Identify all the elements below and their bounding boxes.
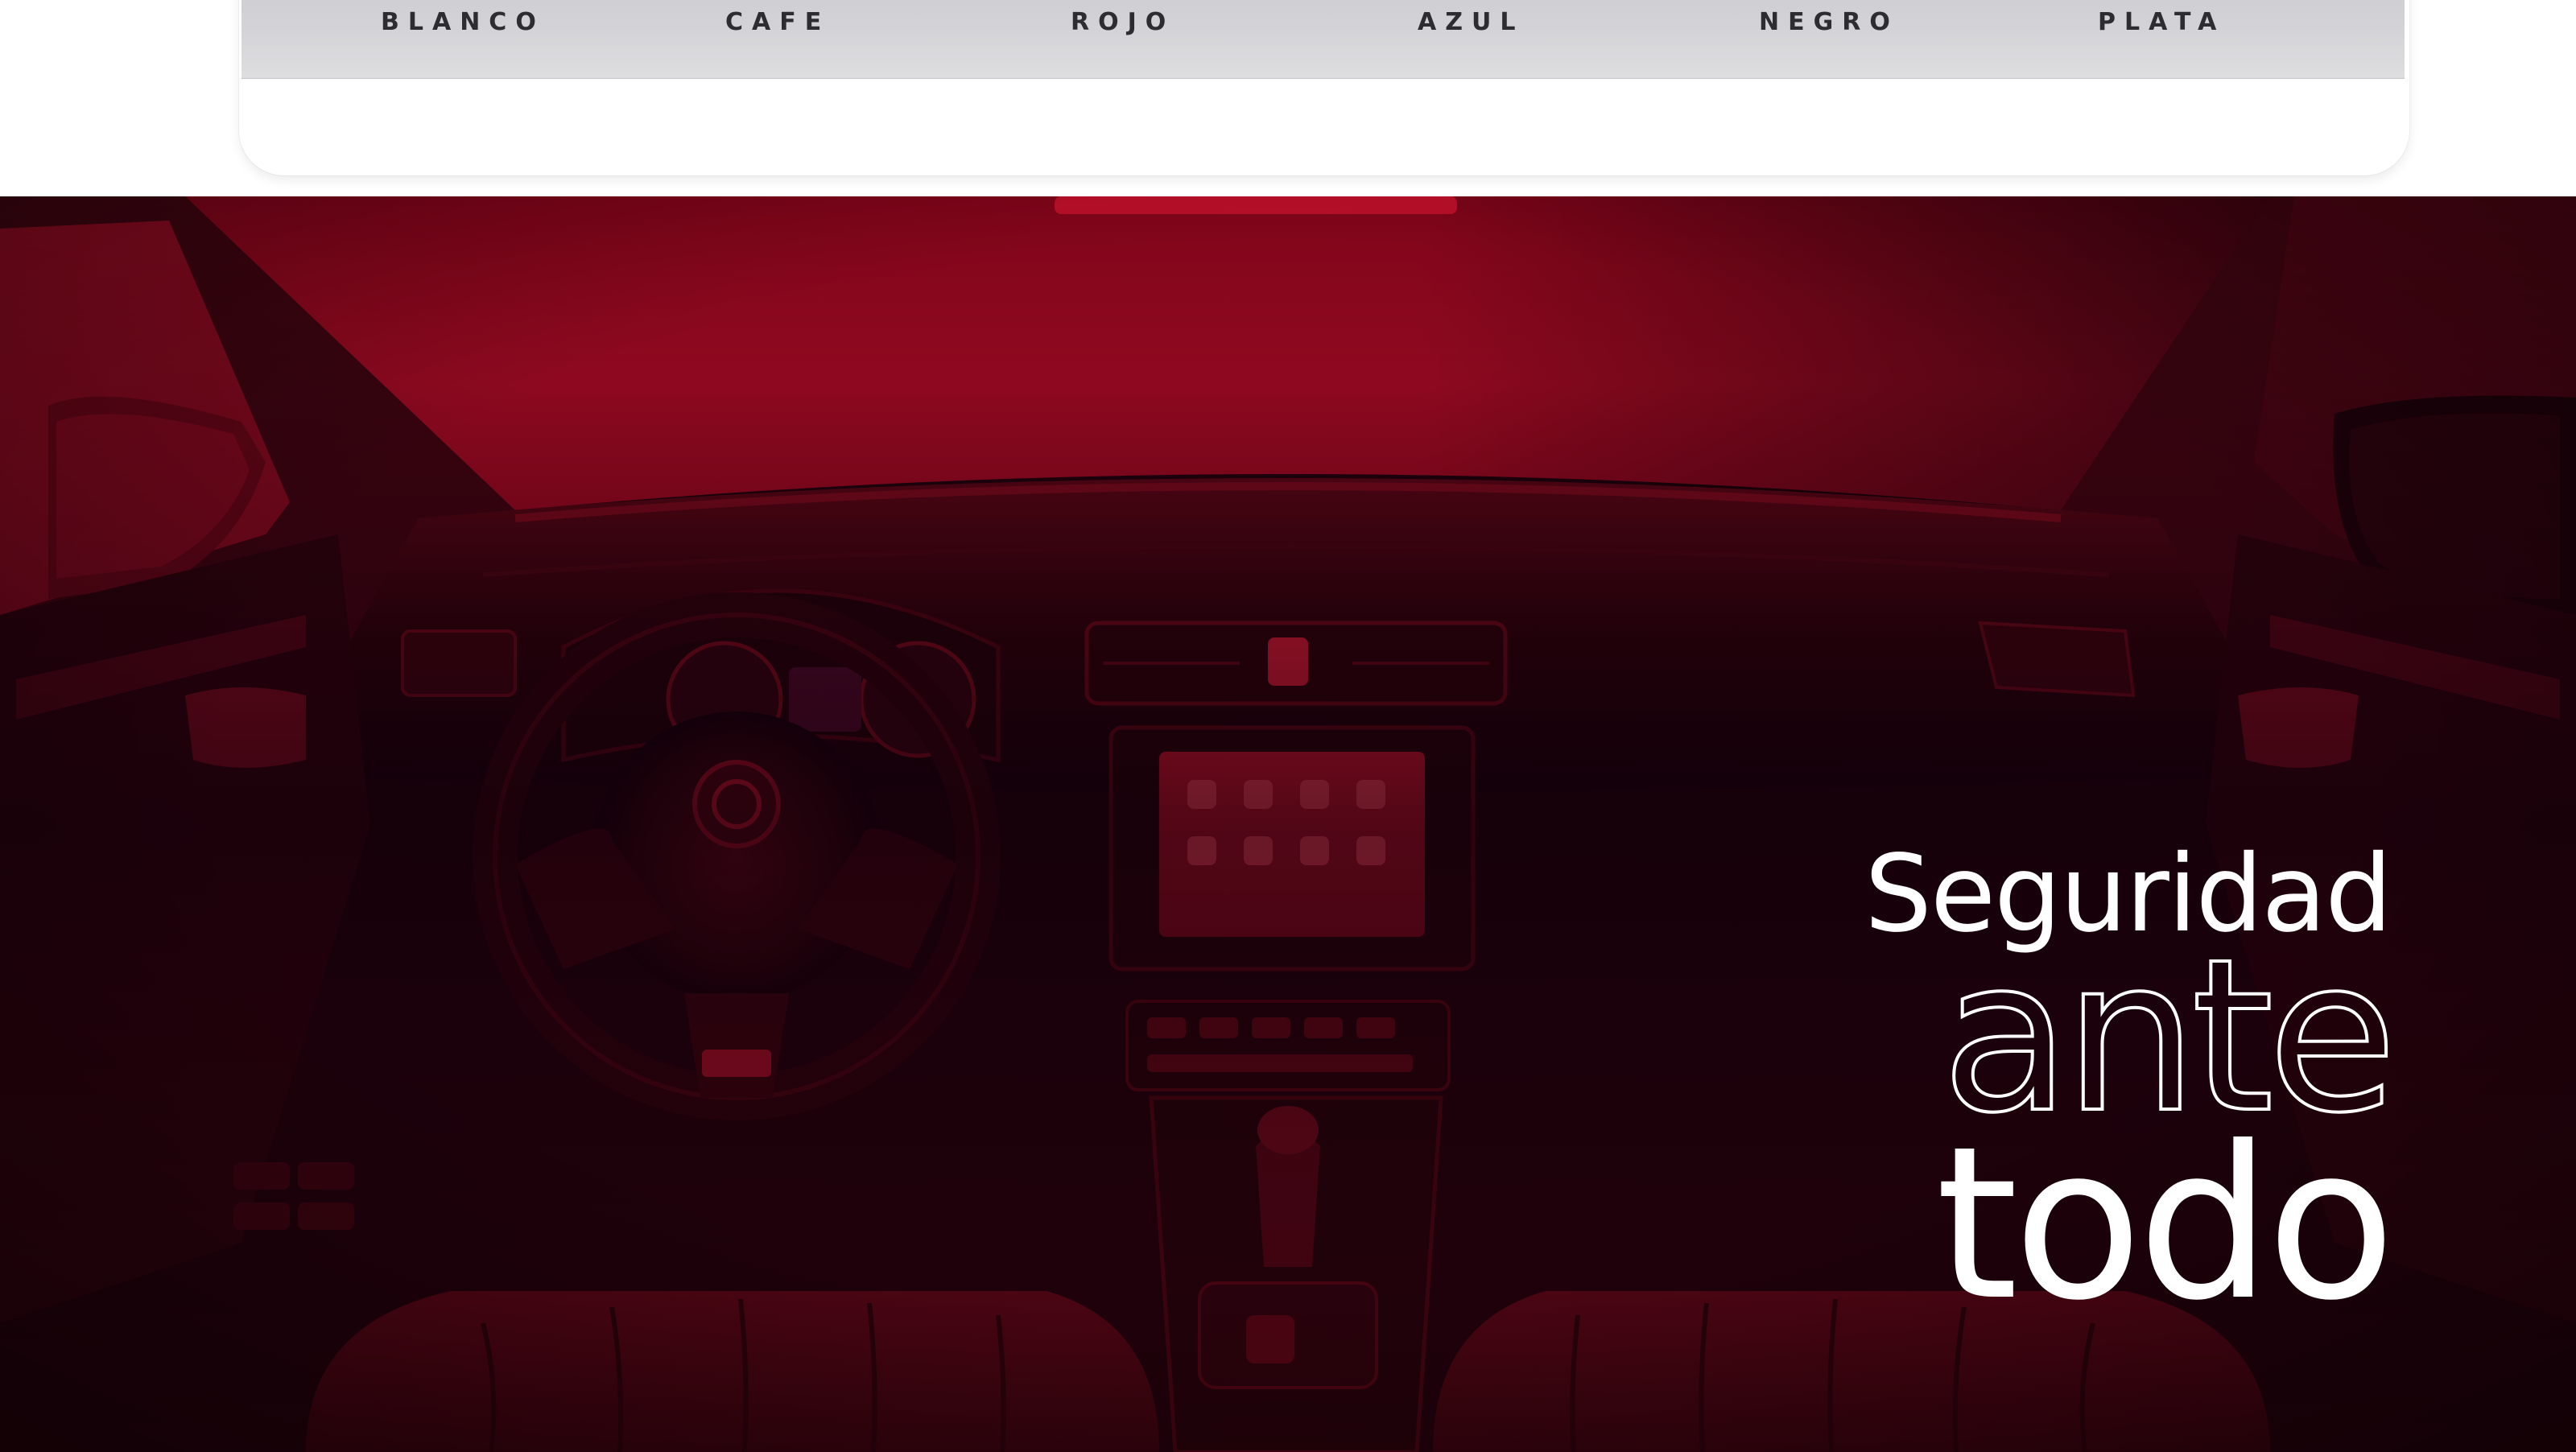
page: BLANCO CAFE ROJO AZUL NEGRO PLATA Seguri… — [0, 0, 2576, 1452]
color-option-cafe[interactable]: CAFE — [725, 0, 830, 45]
color-option-blanco[interactable]: BLANCO — [381, 0, 545, 45]
color-selector-bar: BLANCO CAFE ROJO AZUL NEGRO PLATA — [242, 0, 2405, 79]
color-option-rojo[interactable]: ROJO — [1071, 0, 1174, 45]
color-options: BLANCO CAFE ROJO AZUL NEGRO PLATA — [242, 0, 2405, 45]
color-option-plata[interactable]: PLATA — [2098, 0, 2225, 45]
color-option-negro[interactable]: NEGRO — [1759, 0, 1899, 45]
color-selector-card: BLANCO CAFE ROJO AZUL NEGRO PLATA — [239, 0, 2409, 175]
color-option-azul[interactable]: AZUL — [1418, 0, 1524, 45]
hero-tagline: Seguridad ante todo — [1827, 834, 2399, 1347]
tagline-ante: ante — [1939, 914, 2399, 1159]
interior-hero-banner: Seguridad ante todo — [0, 196, 2576, 1452]
tagline-todo: todo — [1935, 1101, 2396, 1347]
